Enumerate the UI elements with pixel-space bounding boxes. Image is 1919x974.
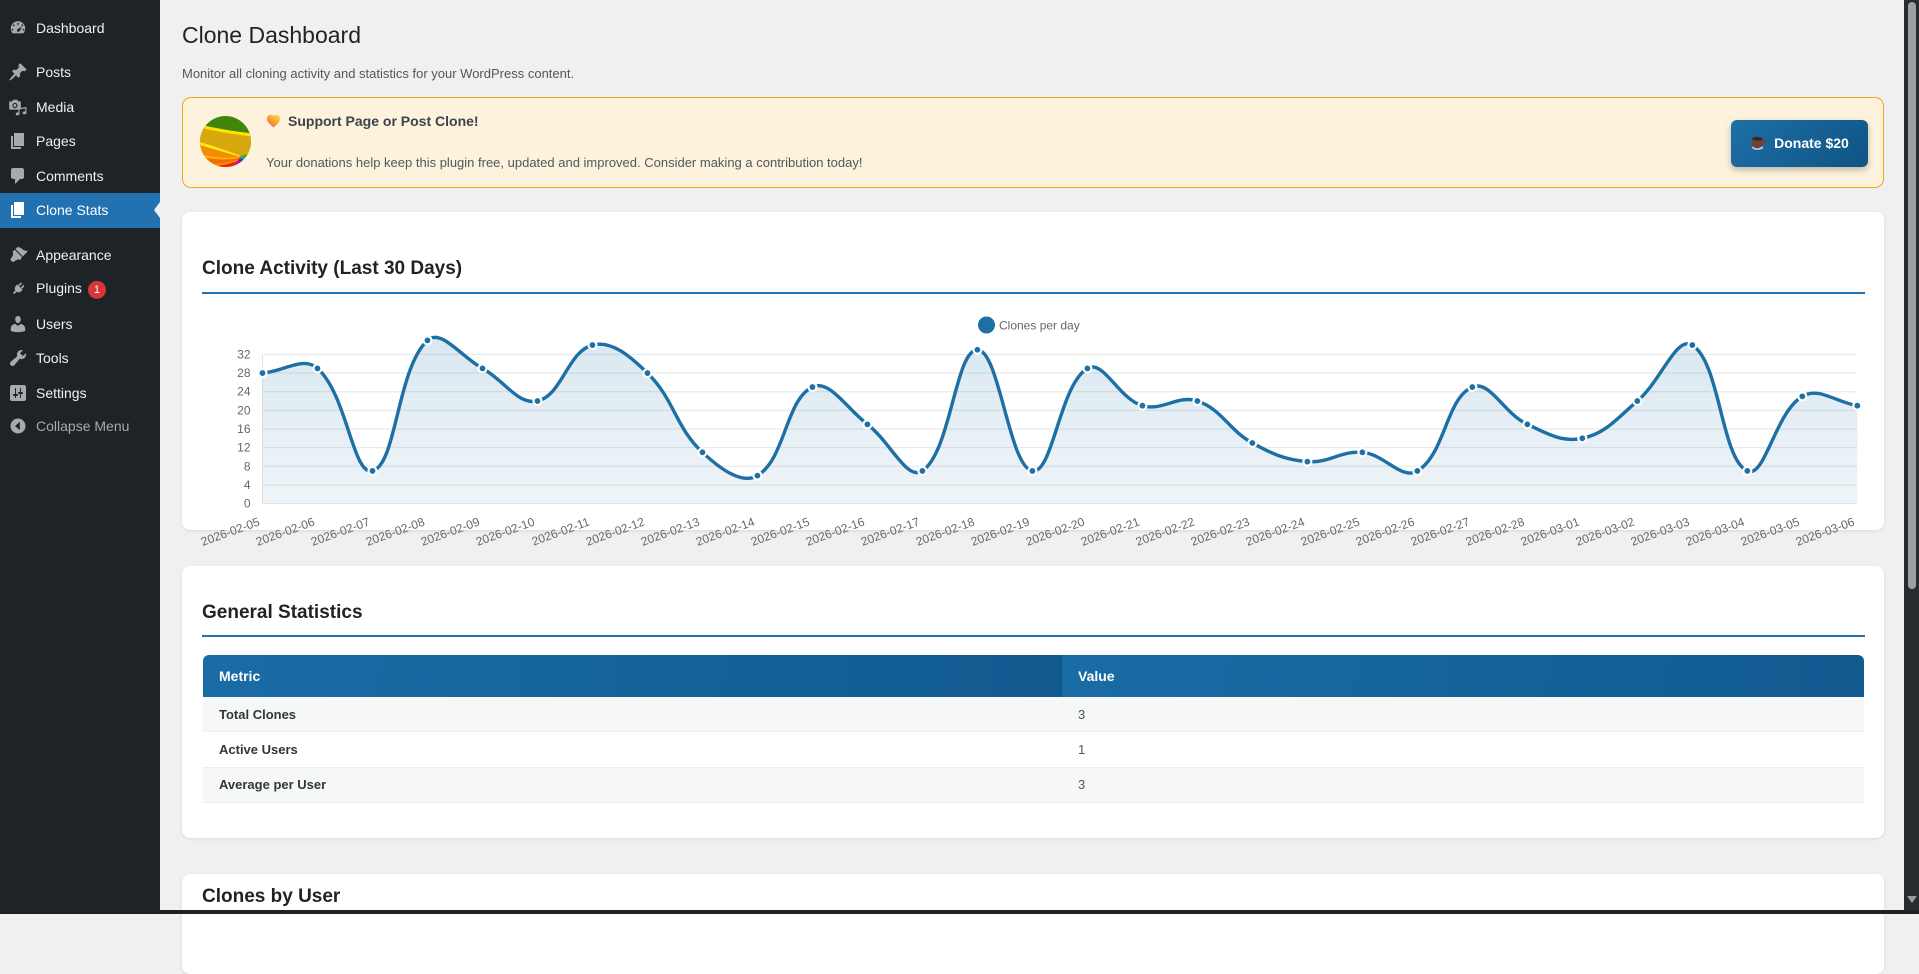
svg-text:32: 32 xyxy=(237,347,251,361)
svg-text:20: 20 xyxy=(237,403,251,417)
svg-text:2026-02-11: 2026-02-11 xyxy=(530,515,592,549)
svg-text:28: 28 xyxy=(237,366,251,380)
svg-text:2026-02-21: 2026-02-21 xyxy=(1079,515,1142,549)
svg-text:2026-02-10: 2026-02-10 xyxy=(474,515,537,549)
svg-text:2026-02-24: 2026-02-24 xyxy=(1244,515,1307,549)
svg-text:2026-02-19: 2026-02-19 xyxy=(969,515,1032,549)
svg-text:Clones per day: Clones per day xyxy=(999,319,1080,333)
svg-text:2026-02-27: 2026-02-27 xyxy=(1409,515,1472,549)
svg-text:12: 12 xyxy=(237,441,251,455)
svg-text:2026-02-26: 2026-02-26 xyxy=(1354,515,1417,549)
svg-text:2026-02-18: 2026-02-18 xyxy=(914,515,977,549)
svg-text:2026-02-17: 2026-02-17 xyxy=(859,515,922,549)
svg-text:2026-02-28: 2026-02-28 xyxy=(1464,515,1527,549)
svg-text:2026-03-03: 2026-03-03 xyxy=(1629,515,1692,549)
svg-text:2026-02-09: 2026-02-09 xyxy=(419,515,482,549)
svg-text:2026-02-12: 2026-02-12 xyxy=(584,515,647,549)
svg-text:2026-02-16: 2026-02-16 xyxy=(804,515,867,549)
svg-text:2026-02-08: 2026-02-08 xyxy=(364,515,427,549)
svg-text:2026-02-06: 2026-02-06 xyxy=(254,515,317,549)
svg-text:2026-03-01: 2026-03-01 xyxy=(1519,515,1582,549)
svg-text:2026-03-04: 2026-03-04 xyxy=(1684,515,1747,549)
svg-text:2026-03-06: 2026-03-06 xyxy=(1794,515,1857,549)
svg-text:16: 16 xyxy=(237,422,251,436)
svg-text:2026-02-22: 2026-02-22 xyxy=(1134,515,1197,549)
svg-text:24: 24 xyxy=(237,385,251,399)
svg-text:8: 8 xyxy=(244,459,251,473)
svg-text:0: 0 xyxy=(244,497,251,511)
svg-text:4: 4 xyxy=(244,478,251,492)
svg-text:2026-02-13: 2026-02-13 xyxy=(639,515,702,549)
svg-text:2026-02-25: 2026-02-25 xyxy=(1299,515,1362,549)
svg-text:2026-02-15: 2026-02-15 xyxy=(749,515,812,549)
svg-text:2026-03-05: 2026-03-05 xyxy=(1739,515,1802,549)
svg-text:2026-02-23: 2026-02-23 xyxy=(1189,515,1252,549)
svg-text:2026-02-07: 2026-02-07 xyxy=(309,515,372,549)
svg-text:2026-03-02: 2026-03-02 xyxy=(1574,515,1637,549)
svg-text:2026-02-05: 2026-02-05 xyxy=(199,515,262,549)
svg-text:2026-02-14: 2026-02-14 xyxy=(694,515,757,549)
svg-text:2026-02-20: 2026-02-20 xyxy=(1024,515,1087,549)
